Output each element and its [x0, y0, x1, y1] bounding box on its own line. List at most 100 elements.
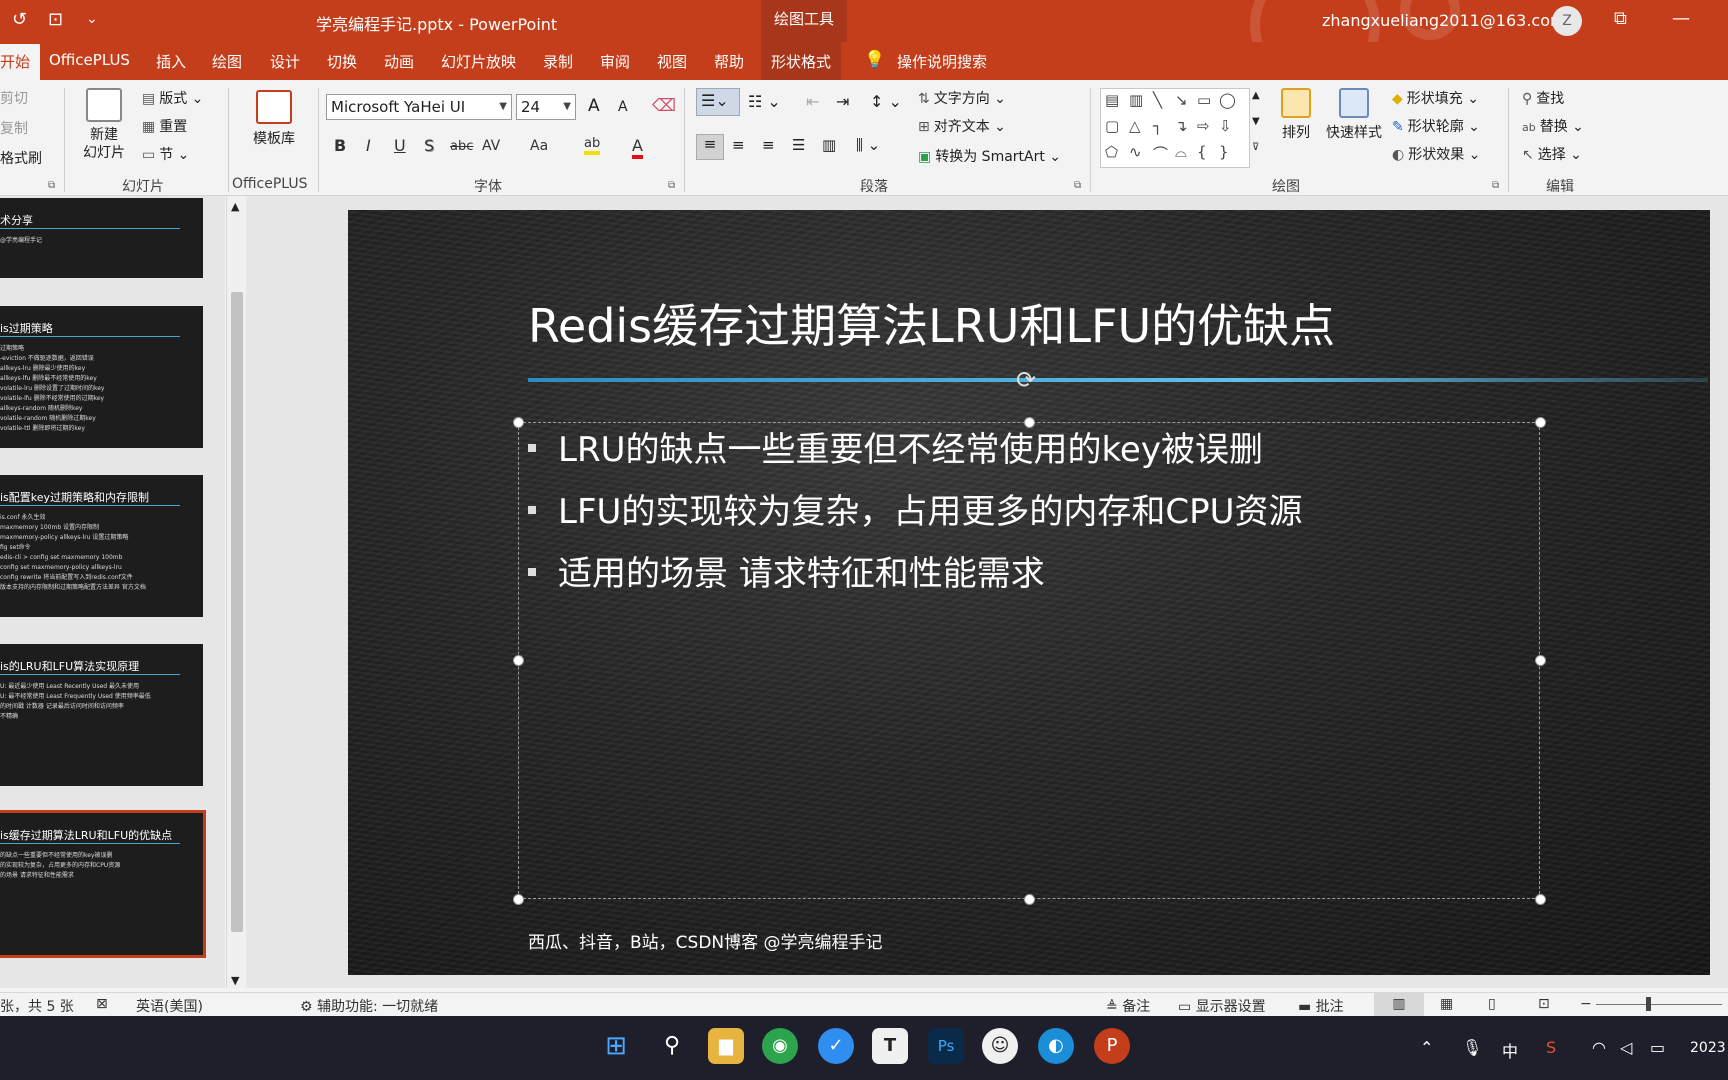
tab-design[interactable]: 设计 — [270, 51, 300, 72]
customize-quick-access-icon[interactable]: ⌄ — [86, 11, 98, 27]
account-email[interactable]: zhangxueliang2011@163.com — [1322, 11, 1566, 30]
zoom-out-icon[interactable]: − — [1580, 996, 1592, 1012]
template-library-button[interactable]: 模板库 — [244, 90, 304, 148]
line-shape-icon[interactable]: ╲ — [1153, 91, 1162, 109]
paragraph-launcher-icon[interactable]: ⧉ — [1074, 180, 1081, 191]
distribute-icon[interactable]: ▥ — [822, 136, 836, 154]
decrease-indent-icon[interactable]: ⇤ — [806, 92, 819, 111]
thumbnails-scrollbar[interactable]: ▲ ▼ — [226, 196, 246, 988]
columns-icon[interactable]: ⫼ ⌄ — [856, 136, 880, 154]
shape-outline-button[interactable]: ✎ 形状轮廓 ⌄ — [1392, 116, 1480, 136]
volume-icon[interactable]: ◁ — [1620, 1038, 1632, 1057]
resize-handle[interactable] — [513, 894, 524, 905]
microphone-icon[interactable]: 🎙 — [1462, 1038, 1482, 1057]
reset-button[interactable]: ▦ 重置 — [142, 116, 187, 136]
restore-icon[interactable]: ⧉ — [1614, 8, 1627, 29]
chevron-down-icon[interactable]: ▼ — [499, 101, 507, 112]
language-status[interactable]: 英语(美国) — [136, 996, 203, 1016]
gallery-scroll-up-icon[interactable]: ▲ — [1252, 90, 1260, 101]
tab-transitions[interactable]: 切换 — [327, 51, 357, 72]
shadow-button[interactable]: S — [424, 136, 434, 155]
format-painter-button[interactable]: 格式刷 — [0, 148, 42, 168]
resize-handle[interactable] — [1535, 417, 1546, 428]
new-slide-button[interactable]: 新建 幻灯片 — [74, 88, 134, 162]
arc-shape-icon[interactable]: ⌒ — [1153, 143, 1168, 164]
battery-icon[interactable]: ▭ — [1650, 1038, 1665, 1057]
freeform-shape-icon[interactable]: ⬠ — [1105, 143, 1118, 161]
gallery-scroll-down-icon[interactable]: ▼ — [1252, 116, 1260, 127]
replace-button[interactable]: ab 替换 ⌄ — [1522, 116, 1584, 136]
tab-officeplus[interactable]: OfficePLUS — [49, 51, 130, 69]
tab-record[interactable]: 录制 — [543, 51, 573, 72]
zoom-slider-thumb[interactable] — [1646, 997, 1651, 1011]
display-settings-button[interactable]: ▭ 显示器设置 — [1178, 996, 1266, 1016]
numbering-icon[interactable]: ☷ ⌄ — [748, 92, 781, 111]
bullet-item[interactable]: 适用的场景 请求特征和性能需求 — [528, 546, 1045, 595]
drawing-launcher-icon[interactable]: ⧉ — [1492, 180, 1499, 191]
highlight-icon[interactable]: ab — [584, 136, 601, 155]
comments-button[interactable]: ▬ 批注 — [1298, 996, 1344, 1016]
line-spacing-icon[interactable]: ↕ ⌄ — [870, 92, 902, 111]
scroll-down-icon[interactable]: ▼ — [231, 974, 239, 987]
chrome-icon[interactable]: ◉ — [762, 1028, 798, 1064]
photoshop-icon[interactable]: Ps — [928, 1028, 964, 1064]
resize-handle[interactable] — [513, 417, 524, 428]
typora-icon[interactable]: T — [872, 1028, 908, 1064]
change-case-button[interactable]: Aa — [530, 138, 548, 154]
present-icon[interactable]: ⊡ — [48, 9, 63, 30]
slide-thumbnail[interactable]: is配置key过期策略和内存限制 is.conf 永久生效 maxmemory 1… — [0, 475, 203, 617]
increase-indent-icon[interactable]: ⇥ — [836, 92, 849, 111]
slide-thumbnail[interactable]: is的LRU和LFU算法实现原理 U: 最近最少使用 Least Recentl… — [0, 644, 203, 786]
rotate-handle-icon[interactable]: ⟳ — [1016, 366, 1036, 394]
bullet-item[interactable]: LFU的实现较为复杂，占用更多的内存和CPU资源 — [528, 484, 1303, 533]
chevron-down-icon[interactable]: ▼ — [563, 101, 571, 112]
tab-shape-format[interactable]: 形状格式 — [761, 42, 842, 80]
slide-thumbnail[interactable]: is过期策略 过期策略 -eviction 不做驱逐数据，返回错误 allkeys-… — [0, 306, 203, 448]
normal-view-icon[interactable]: ▥ — [1374, 993, 1424, 1017]
accessibility-status[interactable]: ⚙ 辅助功能: 一切就绪 — [300, 996, 438, 1016]
rounded-rect-icon[interactable]: ▢ — [1105, 117, 1119, 135]
sogou-icon[interactable]: S — [1546, 1038, 1556, 1057]
resize-handle[interactable] — [1024, 894, 1035, 905]
tab-animations[interactable]: 动画 — [384, 51, 414, 72]
ime-indicator[interactable]: 中 — [1502, 1038, 1518, 1062]
left-brace-icon[interactable]: { — [1197, 143, 1207, 161]
reading-view-icon[interactable]: ▯ — [1488, 996, 1496, 1012]
quick-styles-button[interactable]: 快速样式 — [1322, 88, 1386, 142]
font-color-button[interactable]: A — [632, 136, 643, 159]
clipboard-launcher-icon[interactable]: ⧉ — [48, 180, 55, 191]
tab-insert[interactable]: 插入 — [156, 51, 186, 72]
font-name-box[interactable]: Microsoft YaHei UI ▼ — [326, 94, 512, 120]
justify-icon[interactable]: ☰ — [792, 136, 805, 154]
down-arrow-shape-icon[interactable]: ⇩ — [1219, 117, 1232, 135]
notes-button[interactable]: ≜ 备注 — [1106, 996, 1150, 1016]
smartart-button[interactable]: ▣ 转换为 SmartArt ⌄ — [918, 146, 1061, 166]
rectangle-shape-icon[interactable]: ▭ — [1197, 91, 1211, 109]
align-text-button[interactable]: ⊞ 对齐文本 ⌄ — [918, 116, 1006, 136]
tab-review[interactable]: 审阅 — [600, 51, 630, 72]
grow-font-button[interactable]: A — [588, 96, 600, 116]
tab-slideshow[interactable]: 幻灯片放映 — [441, 51, 516, 72]
select-button[interactable]: ↖ 选择 ⌄ — [1522, 144, 1582, 164]
search-icon[interactable]: ⚲ — [654, 1028, 690, 1064]
scribble-shape-icon[interactable]: ∿ — [1129, 143, 1142, 161]
slide-thumbnail-selected[interactable]: is缓存过期算法LRU和LFU的优缺点 的缺点一些重要但不经常使用的key被误删… — [0, 810, 206, 958]
underline-button[interactable]: U — [394, 136, 406, 155]
wifi-icon[interactable]: ◠ — [1592, 1038, 1606, 1057]
layout-button[interactable]: ▤ 版式 ⌄ — [142, 88, 203, 108]
avatar[interactable]: Z — [1552, 6, 1582, 36]
slide-title[interactable]: Redis缓存过期算法LRU和LFU的优缺点 — [528, 290, 1335, 356]
curve-shape-icon[interactable]: ⌓ — [1175, 143, 1187, 161]
align-right-icon[interactable]: ≡ — [762, 136, 775, 154]
right-arrow-shape-icon[interactable]: ⇨ — [1197, 117, 1210, 135]
shapes-gallery[interactable]: ▤ ▥ ╲ ↘ ▭ ◯ ▢ △ ┐ ↴ ⇨ ⇩ ⬠ ∿ ⌒ ⌓ { } — [1100, 88, 1250, 168]
slide-sorter-icon[interactable]: ▦ — [1440, 996, 1453, 1012]
bullets-button[interactable]: ☰⌄ — [696, 88, 740, 116]
resize-handle[interactable] — [513, 655, 524, 666]
bullet-item[interactable]: LRU的缺点一些重要但不经常使用的key被误删 — [528, 422, 1263, 471]
scroll-up-icon[interactable]: ▲ — [231, 200, 239, 213]
section-button[interactable]: ▭ 节 ⌄ — [142, 144, 189, 164]
font-size-box[interactable]: 24 ▼ — [516, 94, 576, 120]
copy-button[interactable]: 复制 — [0, 118, 28, 138]
tab-draw[interactable]: 绘图 — [212, 51, 242, 72]
